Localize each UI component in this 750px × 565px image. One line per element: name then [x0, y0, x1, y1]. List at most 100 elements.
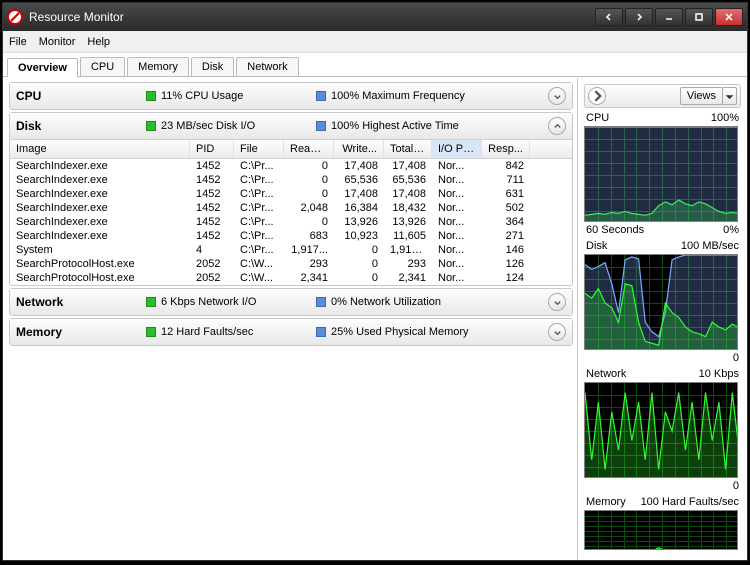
tab-network[interactable]: Network — [236, 57, 298, 76]
table-row[interactable]: SearchIndexer.exe1452C:\Pr...065,53665,5… — [10, 173, 572, 187]
cell-iop: Nor... — [432, 229, 482, 243]
table-row[interactable]: SearchIndexer.exe1452C:\Pr...017,40817,4… — [10, 187, 572, 201]
section-disk: Disk 23 MB/sec Disk I/O 100% Highest Act… — [9, 112, 573, 286]
cell-write: 13,926 — [334, 215, 384, 229]
section-memory-header[interactable]: Memory 12 Hard Faults/sec 25% Used Physi… — [10, 319, 572, 345]
col-total[interactable]: Total ... — [384, 140, 432, 158]
cell-file: C:\W... — [234, 271, 284, 285]
green-square-icon — [146, 327, 156, 337]
chart-bottom-left: 60 Seconds — [586, 224, 644, 236]
green-square-icon — [146, 297, 156, 307]
table-row[interactable]: SearchIndexer.exe1452C:\Pr...68310,92311… — [10, 229, 572, 243]
table-row[interactable]: System4C:\Pr...1,917...01,917...Nor...14… — [10, 243, 572, 257]
network-io-text: 6 Kbps Network I/O — [161, 296, 256, 308]
tab-overview[interactable]: Overview — [7, 58, 78, 77]
cell-iop: Nor... — [432, 271, 482, 285]
cell-pid: 1452 — [190, 187, 234, 201]
chart-bottom-right: 0 — [733, 352, 739, 364]
cell-pid: 4 — [190, 243, 234, 257]
cell-file: C:\Pr... — [234, 187, 284, 201]
section-network-header[interactable]: Network 6 Kbps Network I/O 0% Network Ut… — [10, 289, 572, 315]
cell-image: SearchIndexer.exe — [10, 173, 190, 187]
cell-image: SearchProtocolHost.exe — [10, 257, 190, 271]
green-square-icon — [146, 121, 156, 131]
expand-network-button[interactable] — [548, 293, 566, 311]
cell-pid: 2052 — [190, 257, 234, 271]
cell-read: 1,917... — [284, 243, 334, 257]
section-cpu-header[interactable]: CPU 11% CPU Usage 100% Maximum Frequency — [10, 83, 572, 109]
menu-monitor[interactable]: Monitor — [39, 36, 76, 48]
cell-iop: Nor... — [432, 243, 482, 257]
col-image[interactable]: Image — [10, 140, 190, 158]
cell-resp: 271 — [482, 229, 530, 243]
cell-resp: 502 — [482, 201, 530, 215]
green-square-icon — [146, 91, 156, 101]
table-row[interactable]: SearchIndexer.exe1452C:\Pr...2,04816,384… — [10, 201, 572, 215]
disk-active-text: 100% Highest Active Time — [331, 120, 459, 132]
cell-write: 10,923 — [334, 229, 384, 243]
collapse-disk-button[interactable] — [548, 117, 566, 135]
section-disk-header[interactable]: Disk 23 MB/sec Disk I/O 100% Highest Act… — [10, 113, 572, 139]
table-row[interactable]: SearchIndexer.exe1452C:\Pr...013,92613,9… — [10, 215, 572, 229]
col-pid[interactable]: PID — [190, 140, 234, 158]
cell-total: 65,536 — [384, 173, 432, 187]
cell-pid: 1452 — [190, 159, 234, 173]
expand-cpu-button[interactable] — [548, 87, 566, 105]
cell-file: C:\Pr... — [234, 215, 284, 229]
tab-cpu[interactable]: CPU — [80, 57, 125, 76]
chart-disk: Disk100 MB/sec0 — [584, 240, 741, 366]
chart-title: Memory — [586, 496, 626, 508]
titlebar: Resource Monitor — [3, 3, 747, 31]
col-read[interactable]: Read ... — [284, 140, 334, 158]
disk-table-body[interactable]: SearchIndexer.exe1452C:\Pr...017,40817,4… — [10, 159, 572, 285]
maximize-button[interactable] — [685, 8, 713, 26]
table-row[interactable]: SearchProtocolHost.exe2052C:\W...2930293… — [10, 257, 572, 271]
cell-file: C:\Pr... — [234, 159, 284, 173]
chart-title: CPU — [586, 112, 609, 124]
cell-total: 1,917... — [384, 243, 432, 257]
cell-resp: 711 — [482, 173, 530, 187]
cell-write: 0 — [334, 257, 384, 271]
tab-disk[interactable]: Disk — [191, 57, 234, 76]
table-row[interactable]: SearchIndexer.exe1452C:\Pr...017,40817,4… — [10, 159, 572, 173]
col-io-priority[interactable]: I/O Pr... — [432, 140, 482, 158]
collapse-charts-button[interactable] — [588, 87, 606, 105]
cpu-freq-text: 100% Maximum Frequency — [331, 90, 465, 102]
cell-iop: Nor... — [432, 187, 482, 201]
disk-table-header: Image PID File Read ... Write... Total .… — [10, 139, 572, 159]
left-pane: CPU 11% CPU Usage 100% Maximum Frequency… — [3, 78, 577, 560]
memory-faults-text: 12 Hard Faults/sec — [161, 326, 253, 338]
charts-container: CPU100%60 Seconds0%Disk100 MB/sec0Networ… — [584, 112, 741, 552]
disk-io-text: 23 MB/sec Disk I/O — [161, 120, 255, 132]
cell-write: 65,536 — [334, 173, 384, 187]
cell-image: SearchIndexer.exe — [10, 201, 190, 215]
expand-memory-button[interactable] — [548, 323, 566, 341]
section-memory-label: Memory — [16, 325, 146, 339]
section-network: Network 6 Kbps Network I/O 0% Network Ut… — [9, 288, 573, 316]
cell-image: SearchIndexer.exe — [10, 159, 190, 173]
cell-read: 0 — [284, 173, 334, 187]
views-button[interactable]: Views — [680, 87, 723, 105]
cell-total: 293 — [384, 257, 432, 271]
menubar: File Monitor Help — [3, 31, 747, 53]
cell-total: 2,341 — [384, 271, 432, 285]
tab-memory[interactable]: Memory — [127, 57, 189, 76]
menu-file[interactable]: File — [9, 36, 27, 48]
close-button[interactable] — [715, 8, 743, 26]
col-file[interactable]: File — [234, 140, 284, 158]
cell-read: 0 — [284, 159, 334, 173]
table-row[interactable]: SearchProtocolHost.exe2052C:\W...2,34102… — [10, 271, 572, 285]
menu-help[interactable]: Help — [87, 36, 110, 48]
col-response[interactable]: Resp... — [482, 140, 530, 158]
prev-button[interactable] — [595, 8, 623, 26]
next-button[interactable] — [625, 8, 653, 26]
col-write[interactable]: Write... — [334, 140, 384, 158]
cell-file: C:\Pr... — [234, 173, 284, 187]
cell-file: C:\Pr... — [234, 229, 284, 243]
views-dropdown-button[interactable] — [723, 87, 737, 105]
memory-used-text: 25% Used Physical Memory — [331, 326, 469, 338]
cpu-usage-text: 11% CPU Usage — [161, 90, 243, 102]
minimize-button[interactable] — [655, 8, 683, 26]
cell-iop: Nor... — [432, 215, 482, 229]
chart-bottom-right: 0 — [733, 480, 739, 492]
